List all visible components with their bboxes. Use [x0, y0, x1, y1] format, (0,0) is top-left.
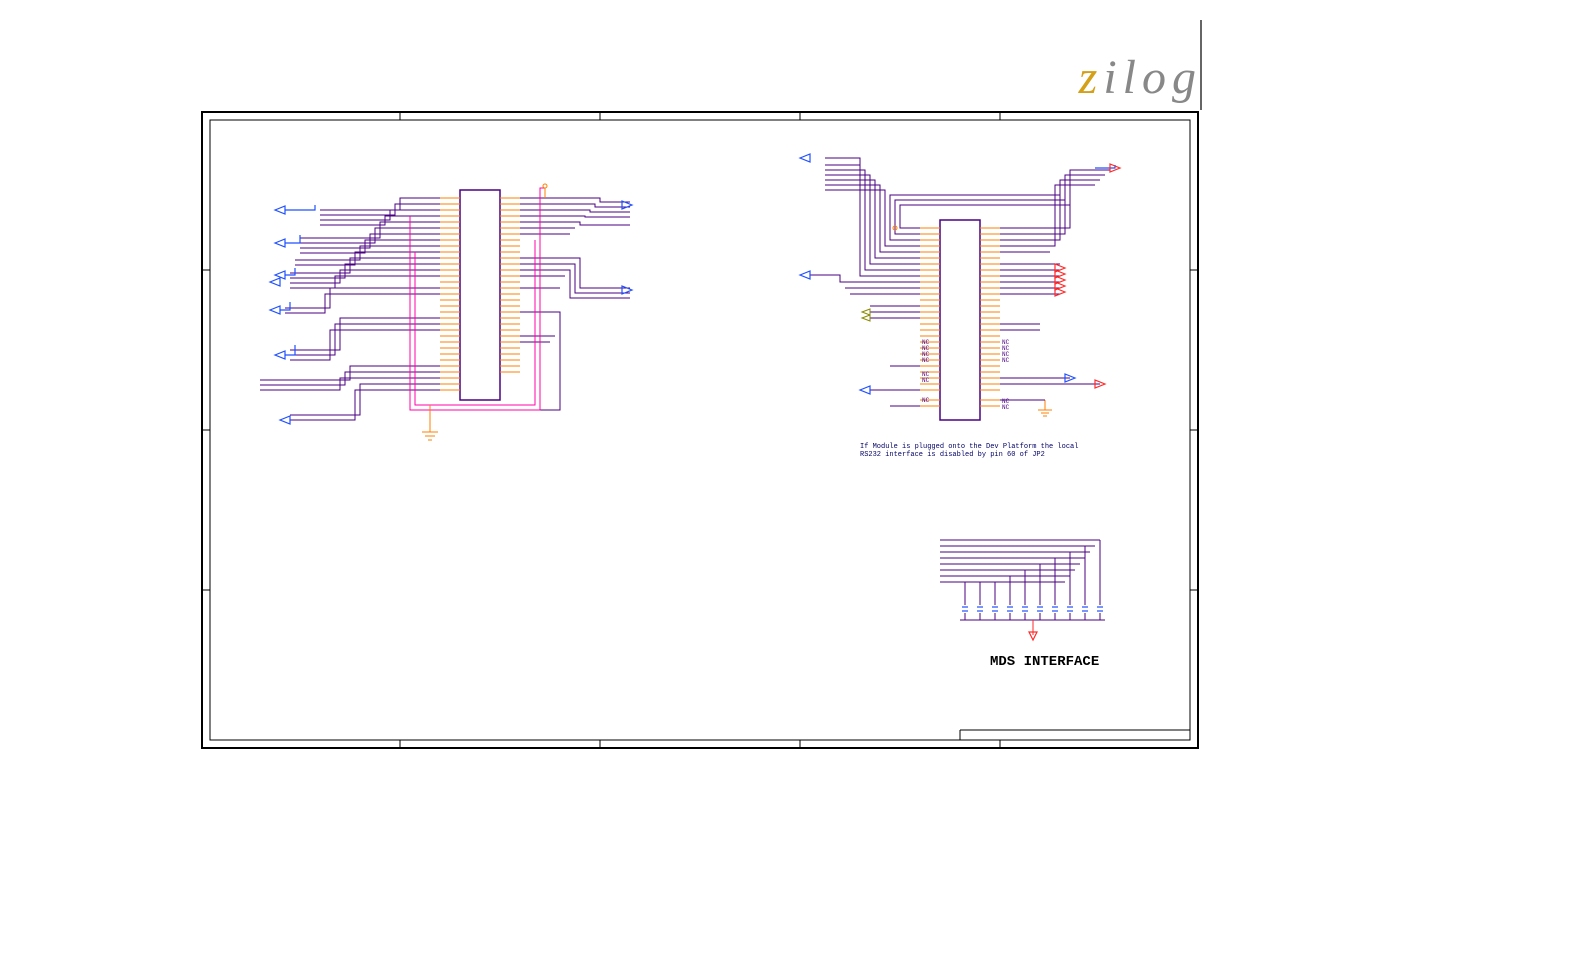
mds-interface-block: MDS INTERFACE [940, 540, 1105, 670]
logo-rest: ilog [1103, 51, 1202, 104]
mds-interface-label: MDS INTERFACE [990, 654, 1099, 670]
nc-label: NC [1002, 404, 1010, 411]
left-chip-block [260, 184, 632, 440]
logo-divider [1200, 20, 1202, 110]
nc-label: NC [922, 357, 930, 364]
schematic-canvas: NC NC NC NC NC NC NC NC NC NC NC NC NC I… [200, 110, 1200, 750]
schematic-note-line2: RS232 interface is disabled by pin 60 of… [860, 451, 1045, 459]
brand-logo: zilog [1079, 50, 1202, 105]
nc-label: NC [922, 377, 930, 384]
right-chip-block: NC NC NC NC NC NC NC NC NC NC NC NC NC [800, 154, 1120, 420]
nc-label: NC [922, 397, 930, 404]
schematic-note-line1: If Module is plugged onto the Dev Platfo… [860, 443, 1078, 451]
logo-z: z [1079, 51, 1104, 104]
nc-label: NC [1002, 357, 1010, 364]
